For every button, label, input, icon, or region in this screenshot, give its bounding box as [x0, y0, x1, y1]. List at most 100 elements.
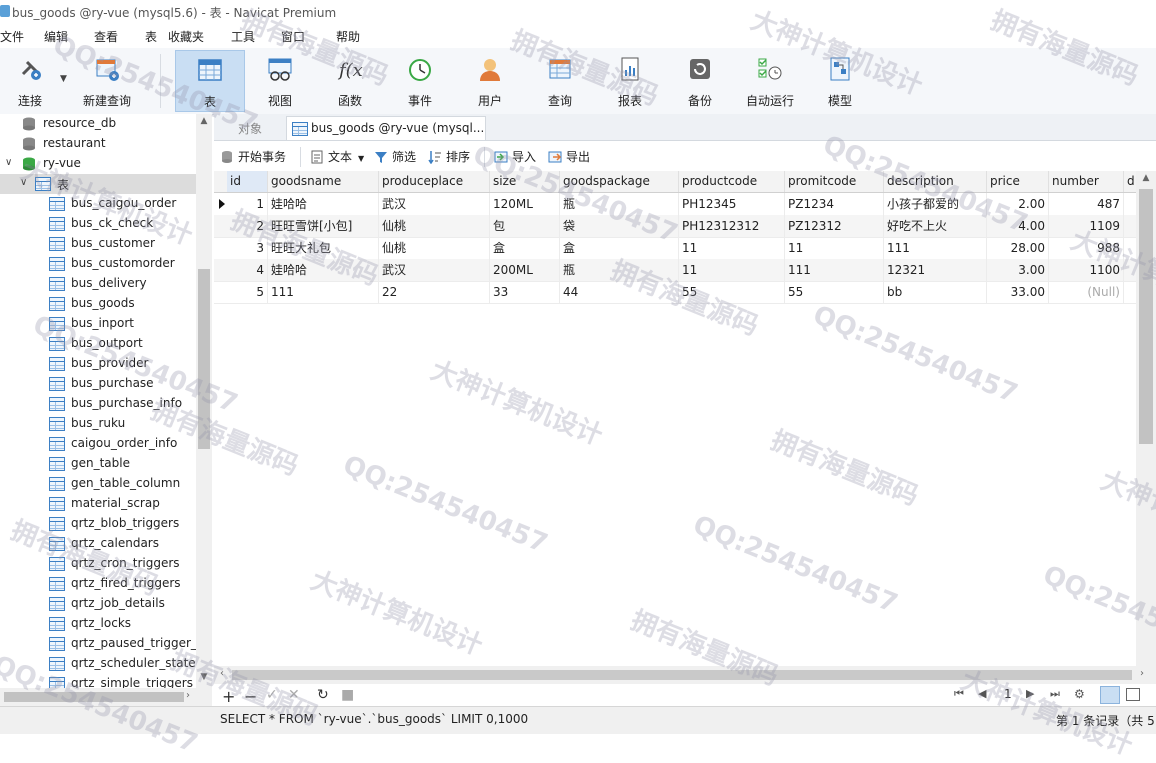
scroll-left-arrow[interactable]: ‹: [220, 668, 224, 679]
menu-file[interactable]: 文件: [0, 28, 24, 45]
tree-table-item[interactable]: gen_table: [0, 454, 196, 474]
table-cell[interactable]: 旺旺雪饼[小包]: [268, 215, 379, 237]
column-header[interactable]: size: [490, 171, 560, 192]
tree-table-item[interactable]: bus_purchase: [0, 374, 196, 394]
next-page-icon[interactable]: ▶: [1026, 687, 1034, 700]
tree-table-item[interactable]: bus_inport: [0, 314, 196, 334]
table-cell[interactable]: 4.00: [987, 215, 1049, 237]
table-cell[interactable]: 33.00: [987, 281, 1049, 303]
table-cell[interactable]: 仙桃: [379, 237, 490, 259]
tree-db-resource-db[interactable]: resource_db: [0, 114, 196, 134]
tree-table-item[interactable]: gen_table_column: [0, 474, 196, 494]
column-header[interactable]: price: [987, 171, 1049, 192]
begin-transaction-button[interactable]: 开始事务: [220, 148, 286, 165]
table-row[interactable]: 4 娃哈哈 武汉 200ML 瓶 11 111 12321 3.00 1100: [214, 259, 1136, 282]
table-button[interactable]: 表: [175, 50, 245, 112]
report-button[interactable]: 报表: [598, 50, 662, 112]
column-header[interactable]: goodspackage: [560, 171, 679, 192]
page-number[interactable]: 1: [1004, 687, 1012, 701]
table-cell[interactable]: 1100: [1049, 259, 1124, 281]
column-header[interactable]: produceplace: [379, 171, 490, 192]
add-record-icon[interactable]: +: [222, 687, 235, 706]
scroll-up-arrow[interactable]: ▲: [196, 116, 212, 130]
column-header[interactable]: productcode: [679, 171, 785, 192]
table-cell[interactable]: PZ12312: [785, 215, 884, 237]
table-cell[interactable]: 111: [785, 259, 884, 281]
tree-table-item[interactable]: bus_outport: [0, 334, 196, 354]
tree-folder-tables[interactable]: ∨ 表: [0, 174, 196, 194]
table-cell[interactable]: 12321: [884, 259, 987, 281]
menu-help[interactable]: 帮助: [336, 28, 360, 45]
menu-window[interactable]: 窗口: [281, 28, 305, 45]
table-cell[interactable]: 1109: [1049, 215, 1124, 237]
table-cell[interactable]: 55: [785, 281, 884, 303]
table-cell[interactable]: 好吃不上火: [884, 215, 987, 237]
export-button[interactable]: 导出: [548, 148, 590, 165]
delete-record-icon[interactable]: −: [244, 687, 257, 706]
tree-table-item[interactable]: qrtz_simple_triggers: [0, 674, 196, 688]
table-row[interactable]: 5 111 22 33 44 55 55 bb 33.00 (Null): [214, 281, 1136, 304]
table-cell[interactable]: 包: [490, 215, 560, 237]
tree-table-item[interactable]: bus_customer: [0, 234, 196, 254]
model-button[interactable]: 模型: [808, 50, 872, 112]
table-cell[interactable]: 仙桃: [379, 215, 490, 237]
refresh-icon[interactable]: ↻: [317, 687, 329, 703]
table-cell[interactable]: 22: [379, 281, 490, 303]
scroll-up-arrow[interactable]: ▲: [1136, 173, 1156, 183]
tree-table-item[interactable]: bus_purchase_info: [0, 394, 196, 414]
table-cell[interactable]: 盒: [490, 237, 560, 259]
autorun-button[interactable]: 自动运行: [738, 50, 802, 112]
chevron-down-icon[interactable]: ∨: [5, 157, 12, 168]
stop-icon[interactable]: ■: [341, 687, 354, 703]
tree-table-item[interactable]: qrtz_blob_triggers: [0, 514, 196, 534]
first-page-icon[interactable]: ⏮: [954, 687, 964, 701]
scroll-thumb[interactable]: [4, 692, 184, 702]
table-cell[interactable]: 44: [560, 281, 679, 303]
grid-vertical-scrollbar[interactable]: ▲: [1136, 171, 1156, 666]
column-header[interactable]: number: [1049, 171, 1124, 192]
column-header[interactable]: promitcode: [785, 171, 884, 192]
function-button[interactable]: f(x) 函数: [318, 50, 382, 112]
tree-table-item[interactable]: material_scrap: [0, 494, 196, 514]
table-cell[interactable]: 武汉: [379, 259, 490, 281]
tree-table-item[interactable]: qrtz_job_details: [0, 594, 196, 614]
table-cell[interactable]: PZ1234: [785, 193, 884, 215]
scroll-thumb[interactable]: [198, 269, 210, 449]
table-cell[interactable]: 988: [1049, 237, 1124, 259]
gear-icon[interactable]: ⚙: [1074, 687, 1085, 701]
tree-table-item[interactable]: qrtz_cron_triggers: [0, 554, 196, 574]
data-grid[interactable]: id goodsname produceplace size goodspackage p…: [214, 171, 1136, 666]
connect-dropdown-arrow[interactable]: ▼: [60, 74, 67, 84]
tree-db-restaurant[interactable]: restaurant: [0, 134, 196, 154]
table-cell[interactable]: 120ML: [490, 193, 560, 215]
menu-table[interactable]: 表: [145, 28, 157, 45]
sidebar-vertical-scrollbar[interactable]: ▲ ▼: [196, 114, 212, 688]
column-header[interactable]: id: [227, 171, 268, 192]
tree-table-item[interactable]: bus_delivery: [0, 274, 196, 294]
tree-db-ry-vue[interactable]: ∨ ry-vue: [0, 154, 196, 174]
table-cell[interactable]: bb: [884, 281, 987, 303]
scroll-right-arrow[interactable]: ›: [186, 690, 190, 701]
tree-table-item[interactable]: qrtz_scheduler_state: [0, 654, 196, 674]
object-tree[interactable]: resource_db restaurant ∨ ry-vue ∨ 表 bus_…: [0, 114, 196, 688]
connect-button[interactable]: 连接: [2, 50, 58, 112]
table-cell[interactable]: 小孩子都爱的: [884, 193, 987, 215]
previous-page-icon[interactable]: ◀: [978, 687, 986, 700]
table-cell[interactable]: 5: [227, 281, 268, 303]
table-cell[interactable]: 旺旺大礼包: [268, 237, 379, 259]
table-cell[interactable]: 11: [679, 259, 785, 281]
tree-table-item[interactable]: bus_caigou_order: [0, 194, 196, 214]
table-cell[interactable]: 487: [1049, 193, 1124, 215]
scroll-thumb[interactable]: [1139, 189, 1153, 444]
table-cell[interactable]: 28.00: [987, 237, 1049, 259]
tree-table-item[interactable]: qrtz_paused_trigger_g: [0, 634, 196, 654]
event-button[interactable]: 事件: [388, 50, 452, 112]
tree-table-item[interactable]: bus_ck_check: [0, 214, 196, 234]
table-cell[interactable]: 3.00: [987, 259, 1049, 281]
tree-table-item[interactable]: bus_provider: [0, 354, 196, 374]
table-cell[interactable]: (Null): [1049, 281, 1124, 303]
table-cell[interactable]: PH12345: [679, 193, 785, 215]
menu-view[interactable]: 查看: [94, 28, 118, 45]
last-page-icon[interactable]: ⏭: [1050, 687, 1060, 701]
tab-bus-goods[interactable]: bus_goods @ry-vue (mysql...: [286, 116, 486, 140]
